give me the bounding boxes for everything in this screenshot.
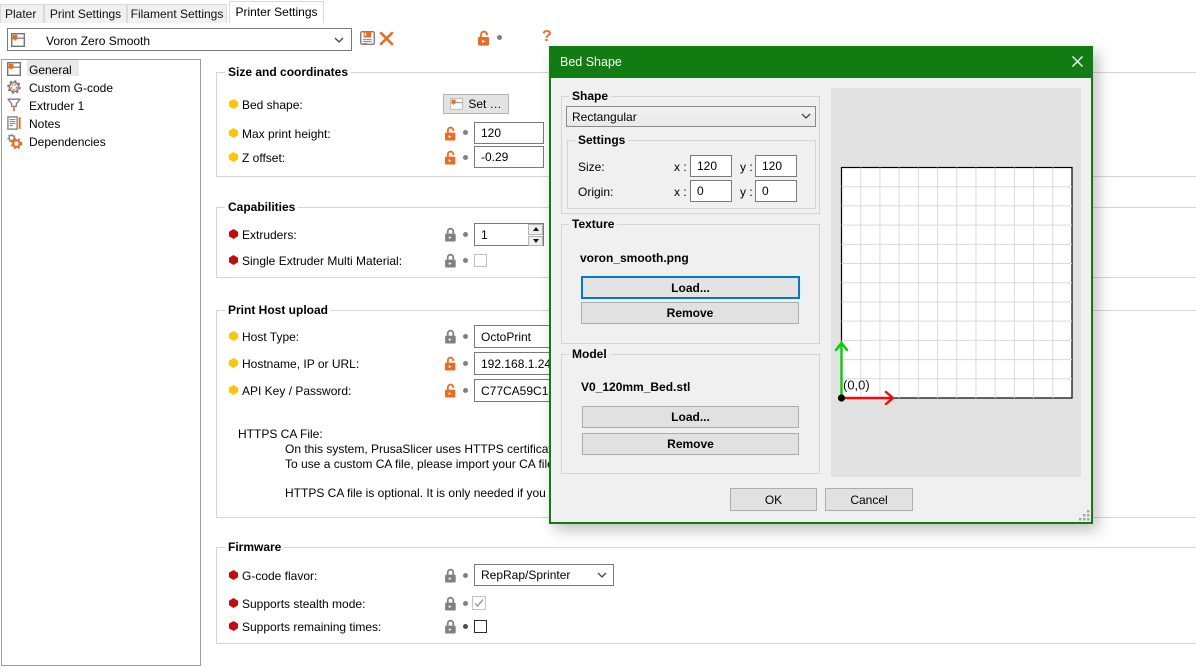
svg-text:(0,0): (0,0) <box>843 378 870 393</box>
